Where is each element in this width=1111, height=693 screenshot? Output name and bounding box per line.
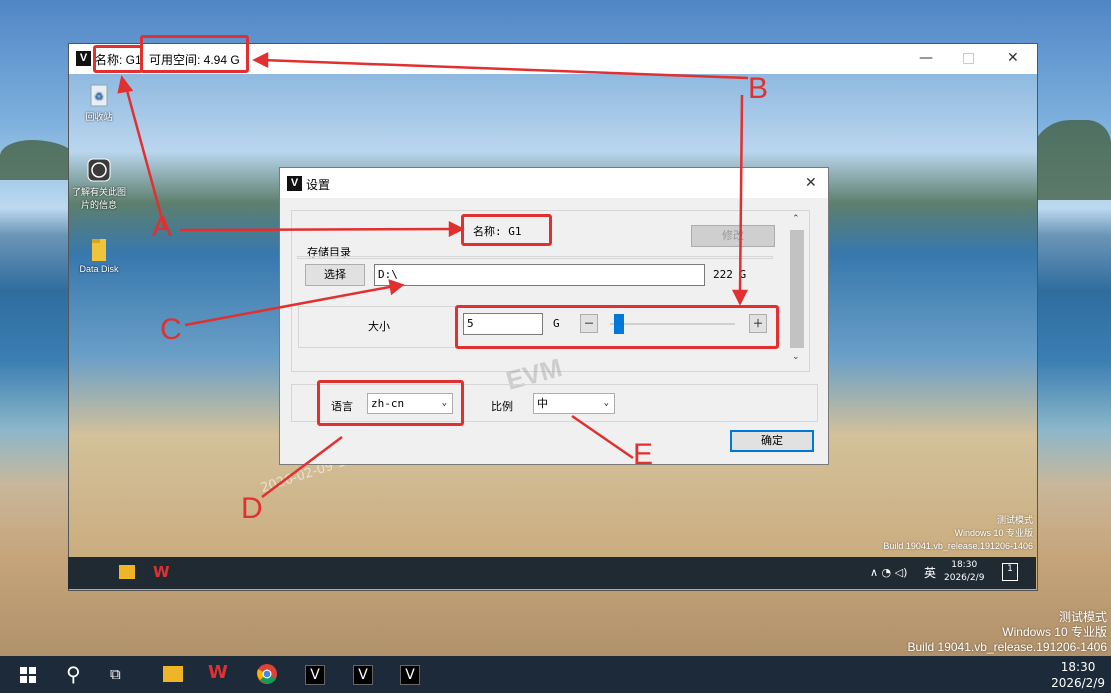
vm-app-icon[interactable]: V bbox=[353, 665, 373, 685]
vm-app-icon[interactable]: V bbox=[305, 665, 325, 685]
annotation-label-b: B bbox=[748, 72, 769, 105]
vm-app-icon[interactable]: V bbox=[400, 665, 420, 685]
annotation-label-e: E bbox=[633, 438, 654, 471]
chrome-icon[interactable] bbox=[256, 663, 278, 685]
annotation-label-c: C bbox=[160, 313, 182, 346]
search-icon[interactable]: ⚲ bbox=[66, 662, 81, 686]
wps-icon[interactable]: W bbox=[208, 662, 228, 683]
file-explorer-icon[interactable] bbox=[163, 666, 183, 682]
taskbar: ⚲ ⧉ W V V V 18:30 2026/2/9 bbox=[0, 656, 1111, 693]
clock-date: 2026/2/9 bbox=[1051, 676, 1105, 690]
annotation-label-a: A bbox=[152, 210, 173, 243]
clock[interactable]: 18:30 2026/2/9 bbox=[1051, 659, 1105, 691]
annotation-label-d: D bbox=[241, 492, 263, 525]
task-view-icon[interactable]: ⧉ bbox=[110, 665, 121, 683]
windows-start-icon[interactable] bbox=[20, 667, 36, 683]
clock-time: 18:30 bbox=[1060, 660, 1096, 674]
